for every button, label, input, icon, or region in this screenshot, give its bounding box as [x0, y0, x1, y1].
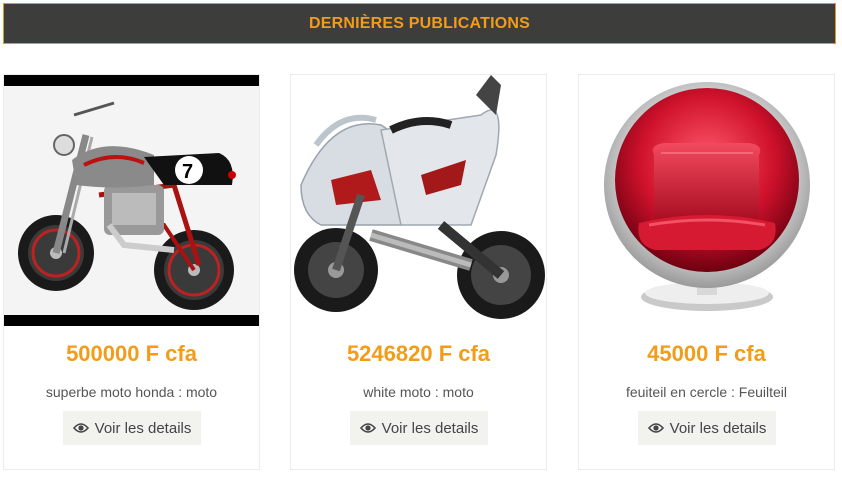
motorcycle-sport-image — [291, 75, 546, 326]
egg-chair-image — [579, 75, 834, 326]
listing-card[interactable]: 7 500000 F cfa superbe moto honda : moto… — [3, 74, 260, 470]
view-details-button[interactable]: Voir les details — [350, 411, 488, 445]
motorcycle-cafe-racer-image: 7 — [4, 75, 259, 326]
section-header: DERNIÈRES PUBLICATIONS — [3, 3, 836, 44]
view-details-button[interactable]: Voir les details — [63, 411, 201, 445]
view-details-label: Voir les details — [669, 419, 767, 437]
listing-card[interactable]: 5246820 F cfa white moto : moto Voir les… — [290, 74, 547, 470]
eye-icon — [72, 422, 89, 434]
listing-description: white moto : moto — [363, 384, 474, 400]
listing-description: feuiteil en cercle : Feuilteil — [625, 384, 788, 400]
eye-icon — [359, 422, 376, 434]
listing-image[interactable]: 7 — [4, 75, 259, 326]
listing-description: superbe moto honda : moto — [45, 384, 218, 400]
view-details-button[interactable]: Voir les details — [638, 411, 776, 445]
listing-image[interactable] — [291, 75, 546, 326]
view-details-label: Voir les details — [94, 419, 192, 437]
section-title: DERNIÈRES PUBLICATIONS — [308, 14, 530, 32]
view-details-label: Voir les details — [381, 419, 479, 437]
listing-card[interactable]: 45000 F cfa feuiteil en cercle : Feuilte… — [578, 74, 835, 470]
svg-text:7: 7 — [182, 161, 193, 183]
listing-price: 500000 F cfa — [66, 341, 197, 366]
listing-price: 5246820 F cfa — [346, 341, 491, 366]
eye-icon — [647, 422, 664, 434]
listing-price: 45000 F cfa — [647, 341, 766, 366]
listing-image[interactable] — [579, 75, 834, 326]
